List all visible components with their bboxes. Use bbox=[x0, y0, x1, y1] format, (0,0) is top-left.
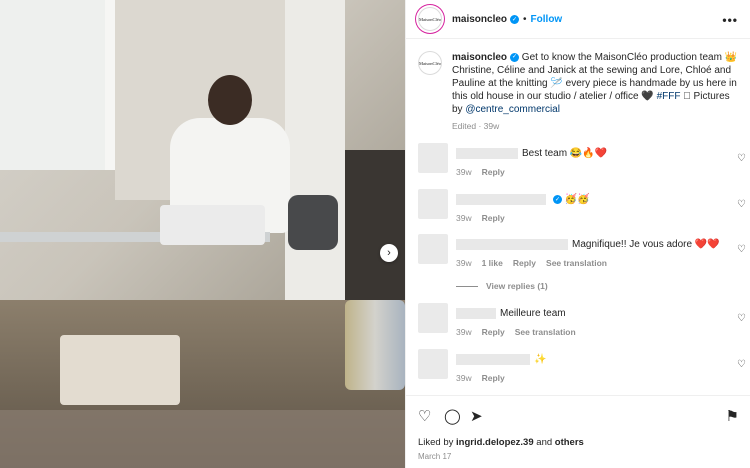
comment-reply-button[interactable]: Reply bbox=[482, 167, 505, 177]
liked-by-user[interactable]: ingrid.delopez.39 bbox=[456, 437, 534, 448]
chevron-right-icon: › bbox=[387, 247, 391, 259]
caption-body: maisoncleo ✓ Get to know the MaisonCléo p… bbox=[452, 51, 738, 133]
post-photo[interactable]: › bbox=[0, 0, 405, 468]
more-options-icon[interactable]: ••• bbox=[722, 13, 738, 27]
comment-avatar[interactable] bbox=[418, 234, 448, 264]
follow-button[interactable]: Follow bbox=[531, 14, 563, 25]
comment-meta: 39w Reply See translation bbox=[456, 327, 586, 337]
comment-line: ✓ 🥳🥳 bbox=[456, 194, 590, 205]
action-bar: ♡ ◯ ➤ ⚑ bbox=[406, 395, 750, 433]
avatar-text: MaisonCléo bbox=[419, 16, 441, 22]
comment-username-blurred[interactable] bbox=[456, 308, 496, 319]
comment-avatar[interactable] bbox=[418, 303, 448, 333]
comment-text: 🥳🥳 bbox=[564, 194, 590, 206]
photo-yarn-spools bbox=[345, 300, 405, 390]
comment-time: 39w bbox=[456, 167, 472, 177]
comment-likes[interactable]: 1 like bbox=[482, 258, 503, 268]
comment-translation-button[interactable]: See translation bbox=[546, 258, 607, 268]
comment-item: Meilleure team 39w Reply See translation ♡ bbox=[418, 303, 746, 343]
comment-item: Magnifique!! Je vous adore ❤️❤️ 39w 1 lik… bbox=[418, 234, 746, 274]
caption-username[interactable]: maisoncleo bbox=[452, 52, 507, 63]
comment-text: Meilleure team bbox=[500, 308, 566, 320]
comment-username-blurred[interactable] bbox=[456, 354, 530, 365]
photo-fireplace bbox=[345, 150, 405, 320]
post-date[interactable]: March 17 bbox=[418, 452, 451, 461]
header-username[interactable]: maisoncleo bbox=[452, 14, 507, 25]
divider bbox=[456, 285, 478, 287]
comment-item: Best team 😂🔥❤️ 39w Reply ♡ bbox=[418, 143, 746, 183]
comment-text: Best team 😂🔥❤️ bbox=[522, 148, 608, 160]
comment-meta: 39w 1 like Reply See translation bbox=[456, 258, 617, 268]
photo-window bbox=[0, 0, 115, 170]
comment-avatar[interactable] bbox=[418, 143, 448, 173]
comment-line: Meilleure team bbox=[456, 308, 566, 319]
caption-hashtag[interactable]: #FFF bbox=[657, 91, 681, 102]
avatar[interactable]: MaisonCléo bbox=[418, 7, 442, 31]
comment-reply-button[interactable]: Reply bbox=[482, 213, 505, 223]
verified-badge-icon: ✓ bbox=[510, 52, 520, 62]
comment-time: 39w bbox=[456, 213, 472, 223]
comment-text: Magnifique!! Je vous adore ❤️❤️ bbox=[572, 239, 720, 251]
view-replies-label: View replies (1) bbox=[486, 281, 548, 291]
comment-time: 39w bbox=[456, 373, 472, 383]
photo-sewing-machine bbox=[60, 335, 180, 405]
verified-badge-icon: ✓ bbox=[510, 14, 520, 24]
post-header: MaisonCléo maisoncleo ✓ • Follow ••• bbox=[406, 0, 750, 39]
comment-reply-button[interactable]: Reply bbox=[482, 373, 505, 383]
comment-time: 39w bbox=[456, 258, 472, 268]
separator-dot: • bbox=[523, 13, 527, 25]
next-photo-button[interactable]: › bbox=[380, 244, 398, 262]
comment-line: Magnifique!! Je vous adore ❤️❤️ bbox=[456, 239, 720, 250]
comment-username-blurred[interactable] bbox=[456, 239, 568, 250]
comment-line: Best team 😂🔥❤️ bbox=[456, 148, 607, 159]
liked-by: Liked by ingrid.delopez.39 and others bbox=[418, 437, 584, 448]
heart-icon[interactable]: ♡ bbox=[737, 153, 746, 164]
liked-by-others[interactable]: others bbox=[555, 437, 584, 448]
liked-by-prefix: Liked by bbox=[418, 437, 457, 448]
heart-icon[interactable]: ♡ bbox=[737, 313, 746, 324]
comment-text: ✨ bbox=[534, 354, 547, 366]
photo-rug bbox=[0, 410, 405, 468]
post-side-panel: MaisonCléo maisoncleo ✓ • Follow ••• Mai… bbox=[405, 0, 750, 468]
comment-meta: 39w Reply bbox=[456, 167, 515, 177]
comment-item: ✨ 39w Reply ♡ bbox=[418, 349, 746, 389]
send-icon[interactable]: ➤ bbox=[470, 407, 483, 425]
heart-icon[interactable]: ♡ bbox=[737, 244, 746, 255]
verified-badge-icon: ✓ bbox=[553, 195, 562, 204]
liked-by-middle: and bbox=[533, 437, 555, 448]
comment-meta: 39w Reply bbox=[456, 373, 515, 383]
comment-item: ✓ 🥳🥳 39w Reply ♡ bbox=[418, 189, 746, 229]
instagram-post: › MaisonCléo maisoncleo ✓ • Follow ••• M… bbox=[0, 0, 750, 468]
caption-mention[interactable]: @centre_commercial bbox=[465, 104, 560, 115]
photo-knitting-machine bbox=[160, 205, 265, 245]
photo-door bbox=[285, 0, 345, 320]
comment-avatar[interactable] bbox=[418, 349, 448, 379]
bookmark-icon[interactable]: ⚑ bbox=[726, 407, 739, 425]
heart-icon[interactable]: ♡ bbox=[418, 407, 431, 425]
comment-icon[interactable]: ◯ bbox=[444, 407, 461, 425]
comment-time: 39w bbox=[456, 327, 472, 337]
caption-avatar[interactable]: MaisonCléo bbox=[418, 51, 442, 75]
post-caption: MaisonCléo maisoncleo ✓ Get to know the M… bbox=[406, 39, 750, 133]
comment-avatar[interactable] bbox=[418, 189, 448, 219]
heart-icon[interactable]: ♡ bbox=[737, 359, 746, 370]
view-replies-button[interactable]: View replies (1) bbox=[456, 281, 548, 291]
comment-line: ✨ bbox=[456, 354, 546, 365]
photo-chair bbox=[288, 195, 338, 250]
avatar-text: MaisonCléo bbox=[419, 60, 441, 66]
comment-translation-button[interactable]: See translation bbox=[515, 327, 576, 337]
caption-meta: Edited · 39w bbox=[452, 121, 500, 131]
comment-meta: 39w Reply bbox=[456, 213, 515, 223]
comment-reply-button[interactable]: Reply bbox=[513, 258, 536, 268]
heart-icon[interactable]: ♡ bbox=[737, 199, 746, 210]
comment-username-blurred[interactable] bbox=[456, 194, 546, 205]
photo-person-head bbox=[208, 75, 252, 125]
comment-username-blurred[interactable] bbox=[456, 148, 518, 159]
comment-reply-button[interactable]: Reply bbox=[482, 327, 505, 337]
